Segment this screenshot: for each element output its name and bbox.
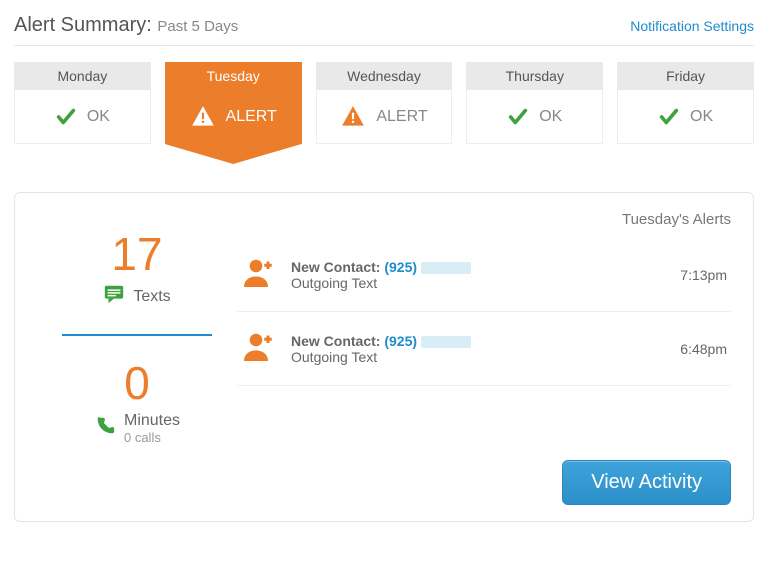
minutes-label: Minutes [124, 412, 180, 430]
view-activity-button[interactable]: View Activity [562, 460, 731, 505]
day-tabs: Monday OK Tuesday ALERT Wednesday ALERT … [14, 62, 754, 172]
person-add-icon [241, 254, 277, 295]
texts-label-row: Texts [103, 283, 170, 310]
alerts-title: Tuesday's Alerts [237, 211, 731, 228]
check-icon [507, 106, 529, 128]
stats-divider [62, 334, 212, 336]
check-icon [658, 106, 680, 128]
day-label: Monday [14, 62, 151, 90]
title-text: Alert Summary: [14, 14, 152, 36]
day-tab-tuesday[interactable]: Tuesday ALERT [165, 62, 302, 144]
chat-icon [103, 283, 125, 310]
alert-sub: Outgoing Text [291, 349, 377, 365]
alert-label: New Contact: [291, 333, 380, 349]
redacted-number [421, 262, 471, 274]
day-tab-friday[interactable]: Friday OK [617, 62, 754, 144]
page-title: Alert Summary: Past 5 Days [14, 14, 238, 37]
check-icon [55, 106, 77, 128]
minutes-count: 0 [124, 360, 150, 406]
day-tab-thursday[interactable]: Thursday OK [466, 62, 603, 144]
day-status: ALERT [165, 90, 302, 144]
day-status-text: ALERT [376, 108, 427, 126]
phone-icon [94, 415, 116, 442]
alert-number: (925) [384, 259, 417, 275]
day-status: OK [14, 90, 151, 144]
alert-row[interactable]: New Contact: (925) Outgoing Text 7:13pm [237, 238, 731, 312]
day-status: OK [617, 90, 754, 144]
alert-label: New Contact: [291, 259, 380, 275]
day-label: Friday [617, 62, 754, 90]
alert-sub: Outgoing Text [291, 275, 377, 291]
texts-count: 17 [111, 231, 162, 277]
calls-sub: 0 calls [124, 430, 180, 445]
day-tab-monday[interactable]: Monday OK [14, 62, 151, 144]
notification-settings-link[interactable]: Notification Settings [630, 18, 754, 34]
alert-time: 7:13pm [680, 267, 727, 283]
alert-icon [190, 104, 216, 130]
page-header: Alert Summary: Past 5 Days Notification … [14, 14, 754, 46]
day-status: OK [466, 90, 603, 144]
alert-time: 6:48pm [680, 341, 727, 357]
person-add-icon [241, 328, 277, 369]
day-label: Thursday [466, 62, 603, 90]
day-status-text: OK [87, 108, 110, 126]
alert-info: New Contact: (925) Outgoing Text [291, 333, 666, 365]
alert-info: New Contact: (925) Outgoing Text [291, 259, 666, 291]
stats-column: 17 Texts 0 Minutes 0 calls [37, 211, 237, 505]
alert-row[interactable]: New Contact: (925) Outgoing Text 6:48pm [237, 312, 731, 386]
title-subtitle: Past 5 Days [157, 18, 238, 35]
alert-number: (925) [384, 333, 417, 349]
day-label: Wednesday [316, 62, 453, 90]
day-status-text: OK [690, 108, 713, 126]
alerts-column: Tuesday's Alerts New Contact: (925) Outg… [237, 211, 731, 505]
redacted-number [421, 336, 471, 348]
texts-label: Texts [133, 288, 170, 306]
day-status: ALERT [316, 90, 453, 144]
day-label: Tuesday [165, 62, 302, 90]
alert-icon [340, 104, 366, 130]
minutes-label-row: Minutes 0 calls [94, 412, 180, 445]
detail-panel: 17 Texts 0 Minutes 0 calls Tuesday's Ale… [14, 192, 754, 522]
day-tab-wednesday[interactable]: Wednesday ALERT [316, 62, 453, 144]
day-status-text: OK [539, 108, 562, 126]
day-status-text: ALERT [226, 108, 277, 126]
